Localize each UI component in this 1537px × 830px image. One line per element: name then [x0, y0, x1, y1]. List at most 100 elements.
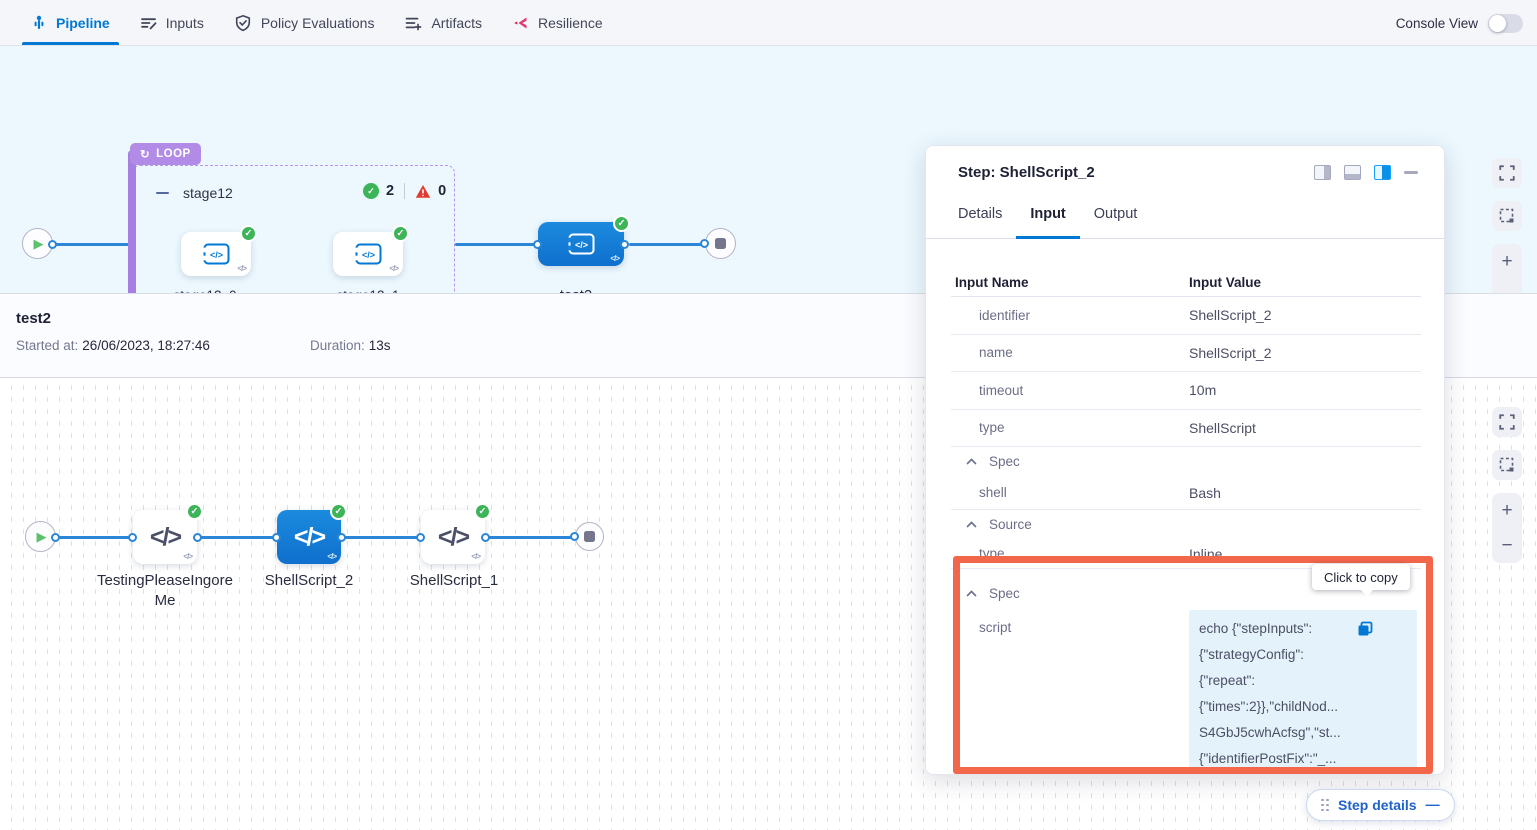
section-source[interactable]: Source [951, 510, 1421, 539]
artifacts-icon [404, 15, 422, 31]
code-mini-icon: </> [237, 264, 246, 273]
fullscreen-button[interactable] [1492, 158, 1522, 188]
tooltip-arrow [1360, 589, 1374, 596]
stage-name[interactable]: stage12 [183, 185, 233, 201]
step-details-panel: Step: ShellScript_2 Details Input Output… [925, 145, 1445, 775]
shell-script-icon: </> [294, 523, 324, 552]
pipeline-execution-page: Pipeline Inputs Policy Evaluations [0, 0, 1537, 830]
table-row: identifierShellScript_2 [951, 297, 1421, 335]
zoom-out-button[interactable]: − [1501, 536, 1512, 555]
success-icon: ✓ [363, 183, 379, 199]
input-table: Input Name Input Value identifierShellSc… [951, 269, 1421, 775]
stop-icon [715, 238, 726, 249]
console-view-control: Console View [1396, 0, 1523, 46]
step-node-testingpleaseingoreme[interactable]: </> ✓ </> [133, 510, 197, 564]
code-mini-icon: </> [610, 254, 619, 263]
tab-artifacts[interactable]: Artifacts [389, 0, 497, 45]
layout-right-half-button[interactable] [1374, 165, 1391, 180]
success-badge: ✓ [186, 503, 203, 520]
tab-resilience[interactable]: Resilience [497, 0, 618, 45]
step-node-shellscript1[interactable]: </> ✓ </> [421, 510, 485, 564]
tab-pipeline[interactable]: Pipeline [16, 0, 125, 45]
script-line: {"repeat": [1199, 668, 1407, 694]
section-spec[interactable]: Spec [951, 447, 1421, 476]
duration: Duration:13s [310, 338, 391, 353]
minimize-panel-button[interactable] [1404, 171, 1418, 174]
step-node-stage12_1[interactable]: </> ✓ </> [333, 232, 403, 276]
node-label: test2 [506, 286, 646, 293]
end-node[interactable] [575, 522, 604, 551]
tab-details[interactable]: Details [958, 206, 1016, 238]
pipeline-icon [31, 15, 47, 31]
tab-input[interactable]: Input [1016, 206, 1079, 238]
shell-script-icon: </> [150, 523, 180, 552]
node-label: ShellScript_2 [239, 571, 379, 591]
edge-port [570, 532, 579, 541]
fit-selection-button[interactable] [1492, 201, 1522, 231]
success-badge: ✓ [240, 225, 257, 242]
resilience-icon [512, 15, 529, 31]
console-view-toggle[interactable] [1488, 14, 1523, 33]
duration-label: Duration: [310, 338, 365, 353]
script-line: echo {"stepInputs": [1199, 616, 1407, 642]
fullscreen-icon [1498, 164, 1516, 182]
zoom-out-button[interactable]: − [1501, 287, 1512, 293]
node-label: TestingPleaseIngoreMe [95, 571, 235, 611]
step-details-label: Step details [1338, 797, 1417, 813]
edge-port [193, 533, 202, 542]
success-badge: ✓ [392, 225, 409, 242]
tab-label: Resilience [538, 15, 603, 31]
step-node-stage12_0[interactable]: </> ✓ </> [181, 232, 251, 276]
end-node[interactable] [705, 228, 736, 259]
table-row: typeShellScript [951, 410, 1421, 448]
success-count: 2 [386, 183, 394, 199]
chevron-up-icon [966, 590, 977, 597]
chevron-up-icon [966, 521, 977, 528]
top-nav: Pipeline Inputs Policy Evaluations [0, 0, 1537, 46]
layout-right-third-button[interactable] [1314, 165, 1331, 180]
node-label: ShellScript_1 [384, 571, 524, 591]
script-line: {"strategyConfig": [1199, 642, 1407, 668]
tab-output[interactable]: Output [1080, 206, 1152, 238]
step-details-button[interactable]: Step details — [1306, 789, 1455, 821]
fit-selection-button[interactable] [1492, 450, 1522, 480]
edge-port [481, 533, 490, 542]
drag-handle-icon[interactable] [1321, 799, 1329, 812]
failed-count: 0 [438, 183, 446, 199]
tab-inputs[interactable]: Inputs [125, 0, 219, 45]
nav-tabs: Pipeline Inputs Policy Evaluations [0, 0, 618, 45]
edge [488, 536, 575, 539]
zoom-in-button[interactable]: + [1501, 501, 1512, 520]
script-value-box[interactable]: echo {"stepInputs": {"strategyConfig": {… [1189, 610, 1417, 775]
table-row: nameShellScript_2 [951, 335, 1421, 373]
stage-title: test2 [16, 310, 51, 327]
stage-node-test2-selected[interactable]: </> ✓ </> [538, 222, 624, 266]
tooltip-text: Click to copy [1324, 570, 1398, 585]
success-badge: ✓ [330, 503, 347, 520]
collapse-stage-button[interactable] [156, 192, 169, 195]
marquee-icon [1498, 207, 1516, 225]
loop-label: LOOP [156, 148, 191, 160]
column-input-value: Input Value [1189, 275, 1261, 290]
layout-bottom-button[interactable] [1344, 165, 1361, 180]
zoom-in-button[interactable]: + [1501, 252, 1512, 271]
collapse-icon: — [1426, 796, 1440, 812]
edge [344, 536, 421, 539]
step-group-icon: </> [352, 241, 384, 267]
shield-check-icon [234, 14, 252, 32]
copy-button[interactable] [1357, 620, 1373, 646]
fullscreen-button[interactable] [1492, 407, 1522, 437]
edge-port [416, 533, 425, 542]
tab-policy-evaluations[interactable]: Policy Evaluations [219, 0, 390, 45]
success-badge: ✓ [613, 215, 630, 232]
edge [455, 243, 538, 246]
stop-icon [584, 531, 595, 542]
panel-tabs: Details Input Output [926, 206, 1444, 239]
edge-port [51, 533, 60, 542]
edge [629, 243, 706, 246]
warning-icon [415, 184, 431, 199]
edge-port [337, 533, 346, 542]
svg-text:</>: </> [362, 250, 375, 260]
table-row: timeout10m [951, 372, 1421, 410]
step-node-shellscript2-selected[interactable]: </> ✓ </> [277, 510, 341, 564]
